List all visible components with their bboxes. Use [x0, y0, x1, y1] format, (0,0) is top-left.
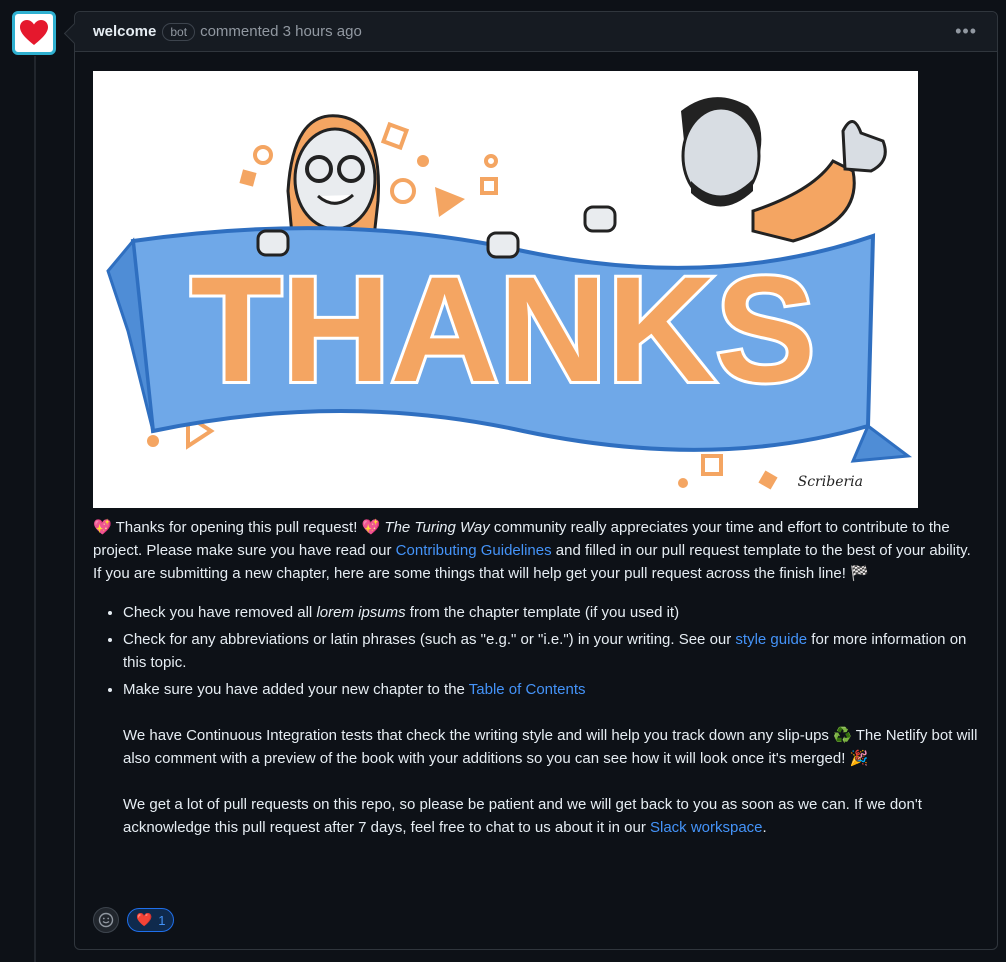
heart-reaction-button[interactable]: ❤️ 1 — [127, 908, 175, 932]
table-of-contents-link[interactable]: Table of Contents — [469, 681, 586, 698]
add-reaction-icon — [98, 912, 114, 928]
ci-paragraph: We have Continuous Integration tests tha… — [123, 727, 978, 767]
recycling-icon: ♻️ — [833, 727, 852, 744]
bot-badge: bot — [162, 22, 196, 41]
intro-paragraph: 💖 Thanks for opening this pull request! … — [93, 519, 971, 559]
comment-timestamp[interactable]: commented 3 hours ago — [200, 23, 362, 40]
timeline-line — [34, 56, 36, 962]
comment-header: welcome bot commented 3 hours ago ••• — [75, 12, 997, 52]
avatar[interactable] — [12, 11, 56, 55]
kebab-horizontal-icon[interactable]: ••• — [955, 22, 977, 40]
sparkling-heart-icon: 💖 — [361, 519, 381, 536]
slack-workspace-link[interactable]: Slack workspace — [650, 819, 763, 836]
reactions-bar: ❤️ 1 — [93, 907, 175, 933]
party-popper-icon: 🎉 — [849, 750, 869, 767]
list-item: Check you have removed all lorem ipsums … — [123, 601, 979, 624]
style-guide-link[interactable]: style guide — [735, 631, 807, 648]
author-name[interactable]: welcome — [93, 23, 156, 40]
reaction-count: 1 — [158, 912, 166, 928]
contributing-guidelines-link[interactable]: Contributing Guidelines — [396, 542, 552, 559]
heart-icon — [20, 20, 48, 45]
new-chapter-paragraph: If you are submitting a new chapter, her… — [93, 565, 869, 582]
banner-signature: Scriberia — [798, 474, 863, 490]
chequered-flag-icon: 🏁 — [850, 565, 869, 582]
checklist: Check you have removed all lorem ipsums … — [93, 601, 979, 839]
heart-icon: ❤️ — [136, 912, 153, 927]
smiley-icon[interactable] — [93, 907, 119, 933]
comment-body: THANKS Scriberia 💖 Thanks for opening th… — [75, 52, 997, 839]
patience-paragraph: We get a lot of pull requests on this re… — [123, 796, 922, 836]
list-item: Make sure you have added your new chapte… — [123, 678, 979, 839]
list-item: Check for any abbreviations or latin phr… — [123, 628, 979, 674]
sparkling-heart-icon: 💖 — [93, 519, 112, 536]
thanks-banner-image: THANKS Scriberia — [93, 71, 918, 508]
comment-card: welcome bot commented 3 hours ago ••• TH… — [74, 11, 998, 950]
banner-word: THANKS — [191, 245, 816, 413]
